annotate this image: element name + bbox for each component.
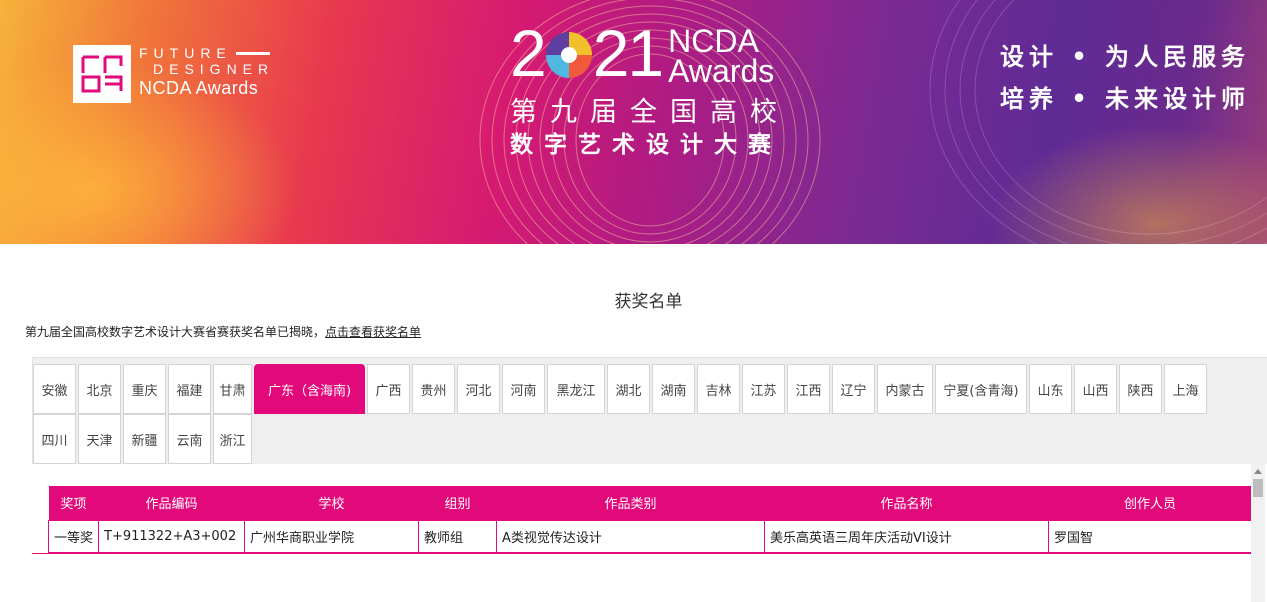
tab-province[interactable]: 安徽	[33, 364, 76, 414]
tab-province[interactable]: 内蒙古	[877, 364, 933, 414]
tab-province[interactable]: 北京	[78, 364, 121, 414]
tab-province[interactable]: 江苏	[742, 364, 785, 414]
column-header: 创作人员	[1123, 497, 1176, 513]
tab-province[interactable]: 湖北	[607, 364, 650, 414]
ncda-logo: FUTURE DESIGNER NCDA Awards	[73, 45, 274, 103]
column-header: 组别	[444, 497, 471, 513]
column-header: 作品编码	[145, 497, 198, 513]
tab-province[interactable]: 河北	[457, 364, 500, 414]
scrollbar-thumb[interactable]	[1253, 479, 1263, 497]
tab-province[interactable]: 甘肃	[213, 364, 252, 414]
awards-label: Awards	[668, 53, 775, 89]
table-cell: A类视觉传达设计	[496, 519, 765, 553]
tab-province[interactable]: 四川	[33, 414, 76, 464]
intro-announcement: 第九届全国高校数字艺术设计大赛省赛获奖名单已揭晓，	[25, 325, 326, 339]
column-header: 学校	[318, 497, 345, 513]
tab-province[interactable]: 浙江	[213, 414, 252, 464]
ncda-label: NCDA	[668, 23, 759, 59]
tab-province[interactable]: 福建	[168, 364, 211, 414]
slogan-line2: 培养 • 未来设计师	[1000, 84, 1251, 113]
tab-province[interactable]: 辽宁	[832, 364, 875, 414]
event-title-line2: 数字艺术设计大赛	[510, 132, 782, 158]
table-divider	[32, 553, 1252, 554]
scroll-up-arrow-icon[interactable]	[1254, 469, 1262, 474]
table-cell: 一等奖	[48, 519, 99, 553]
table-header-row: 奖项 作品编码 学校 组别 作品类别 作品名称 创作人员	[48, 486, 1251, 520]
tab-province[interactable]: 新疆	[123, 414, 166, 464]
tab-row: 安徽 北京 重庆 福建 甘肃 广东（含海南) 广西 贵州 河北 河南 黑龙江 湖北 湖南 吉林 江苏 江西 辽宁…	[33, 364, 1209, 414]
logo-ncda-text: NCDA Awards	[139, 78, 259, 98]
province-tabs: 安徽 北京 重庆 福建 甘肃 广东（含海南) 广西 贵州 河北 河南 黑龙江 湖北 湖南 吉林 江苏 江西 辽宁…	[32, 357, 1267, 464]
tab-province[interactable]: 广西	[367, 364, 410, 414]
table-cell: 教师组	[418, 519, 497, 553]
page-title: 获奖名单	[614, 292, 683, 312]
event-title-line1: 第九届全国高校	[510, 97, 790, 128]
tab-province[interactable]: 宁夏(含青海)	[935, 364, 1027, 414]
color-ring-icon	[545, 32, 592, 78]
tab-province[interactable]: 江西	[787, 364, 830, 414]
slogan: 设计 • 为人民服务 培养 • 未来设计师	[1000, 36, 1250, 120]
tab-province[interactable]: 天津	[78, 414, 121, 464]
table-row: 一等奖 T+911322+A3+002 广州华商职业学院 教师组 A类视觉传达设计 美乐高…	[48, 519, 1251, 553]
column-header: 作品名称	[880, 497, 933, 513]
table-cell: T+911322+A3+002	[98, 519, 245, 553]
vertical-scrollbar[interactable]	[1251, 464, 1265, 602]
intro-text: 第九届全国高校数字艺术设计大赛省赛获奖名单已揭晓，点击查看获奖名单	[25, 323, 421, 340]
tab-province[interactable]: 山西	[1074, 364, 1117, 414]
logo-future-text: FUTURE	[139, 45, 232, 61]
tab-row: 四川 天津 新疆 云南 浙江	[33, 414, 254, 464]
tab-province[interactable]: 黑龙江	[547, 364, 605, 414]
ncda-logo-mark	[73, 45, 131, 103]
table-cell: 广州华商职业学院	[244, 519, 419, 553]
column-header: 奖项	[60, 497, 87, 513]
column-header: 作品类别	[604, 497, 657, 513]
view-winners-link[interactable]: 点击查看获奖名单	[325, 325, 421, 339]
table-body: 一等奖 T+911322+A3+002 广州华商职业学院 教师组 A类视觉传达设计 美乐高…	[48, 519, 1251, 553]
tab-province[interactable]: 湖南	[652, 364, 695, 414]
table-cell: 罗国智	[1048, 519, 1251, 553]
tab-province[interactable]: 云南	[168, 414, 211, 464]
logo-designer-text: DESIGNER	[153, 61, 275, 77]
year-2021: 2 21	[510, 16, 664, 90]
tab-province[interactable]: 山东	[1029, 364, 1072, 414]
tab-province[interactable]: 上海	[1164, 364, 1207, 414]
winners-table: 奖项 作品编码 学校 组别 作品类别 作品名称 创作人员 一等奖 T+911322+A3+00…	[48, 486, 1251, 553]
tab-province[interactable]: 河南	[502, 364, 545, 414]
tab-province[interactable]: 贵州	[412, 364, 455, 414]
table-cell: 美乐高英语三周年庆活动VI设计	[764, 519, 1049, 553]
tab-province[interactable]: 重庆	[123, 364, 166, 414]
header-banner: FUTURE DESIGNER NCDA Awards 2 21 NCDA Awa…	[0, 0, 1267, 244]
tab-province[interactable]: 吉林	[697, 364, 740, 414]
tab-province[interactable]: 陕西	[1119, 364, 1162, 414]
event-title: 2 21 NCDA Awards 第九届全国高校 数字艺术设计大赛	[510, 18, 810, 160]
tab-province[interactable]: 广东（含海南)	[254, 364, 365, 414]
slogan-line1: 设计 • 为人民服务	[1000, 42, 1251, 71]
